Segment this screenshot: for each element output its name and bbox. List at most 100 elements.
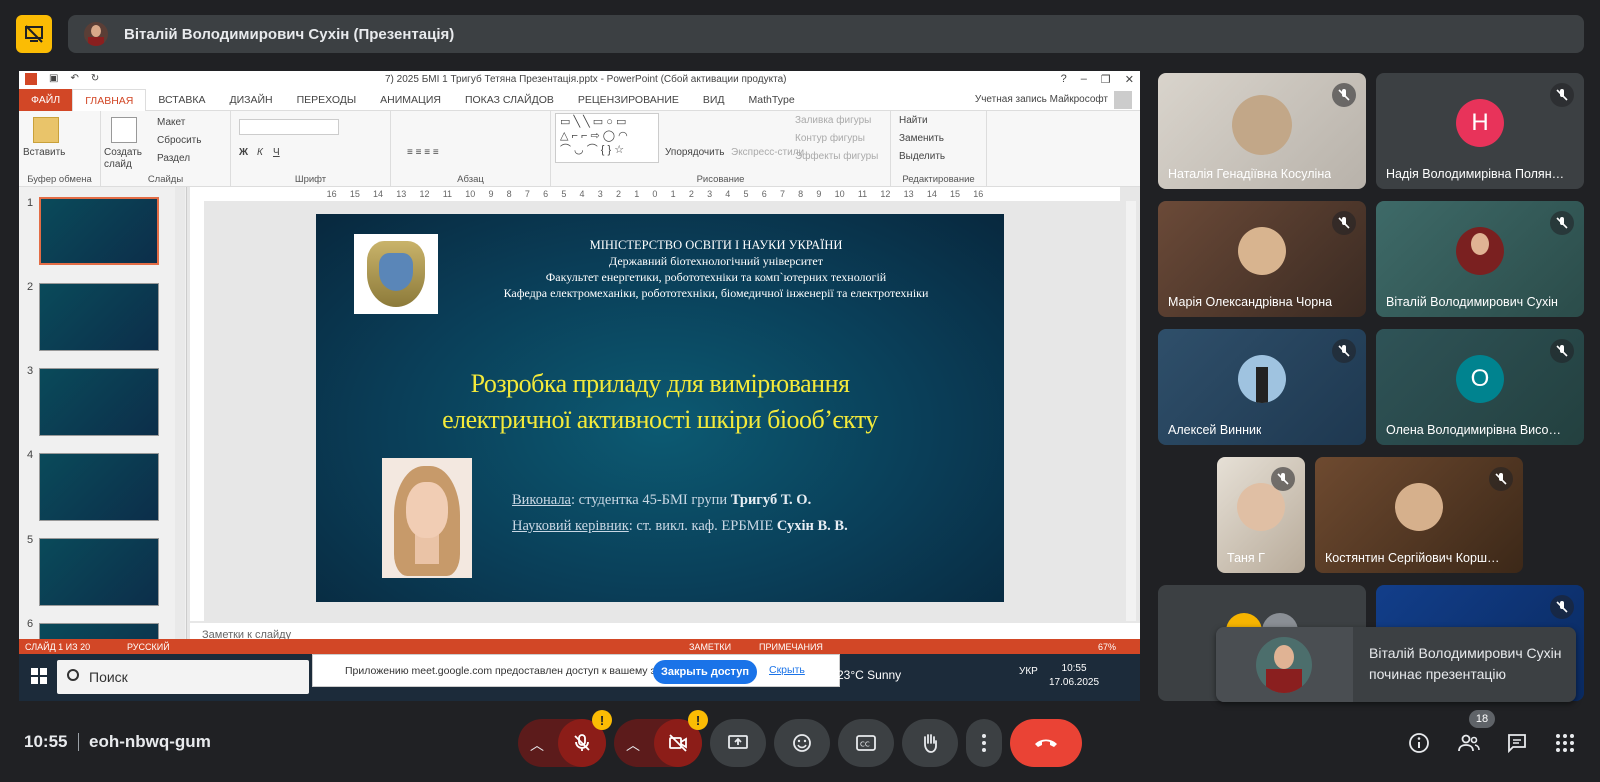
italic-icon[interactable]: К bbox=[257, 147, 263, 158]
notes-button[interactable]: ЗАМЕТКИ bbox=[689, 642, 731, 652]
mic-control[interactable]: ︿ ! bbox=[518, 710, 612, 767]
comments-button[interactable]: ПРИМЕЧАНИЯ bbox=[759, 642, 823, 652]
group-clipboard: Вставить Буфер обмена bbox=[19, 111, 101, 187]
ruler-tick: 6 bbox=[761, 189, 767, 199]
supervisor-label: Науковий керівник bbox=[512, 518, 629, 534]
tab-slideshow[interactable]: ПОКАЗ СЛАЙДОВ bbox=[453, 89, 566, 111]
minimize-icon[interactable]: – bbox=[1081, 73, 1087, 86]
tab-insert[interactable]: ВСТАВКА bbox=[146, 89, 217, 111]
tab-file[interactable]: ФАЙЛ bbox=[19, 88, 73, 111]
hand-icon bbox=[924, 734, 937, 753]
font-name-select[interactable] bbox=[239, 119, 339, 135]
reset-button[interactable]: Сбросить bbox=[157, 135, 201, 146]
present-screen-button[interactable] bbox=[710, 719, 766, 767]
current-slide[interactable]: МІНІСТЕРСТВО ОСВІТИ І НАУКИ УКРАЇНИ Держ… bbox=[316, 214, 1004, 602]
align-icons[interactable]: ≡ ≡ ≡ ≡ bbox=[407, 147, 439, 158]
help-icon[interactable]: ? bbox=[1061, 73, 1067, 86]
tab-review[interactable]: РЕЦЕНЗИРОВАНИЕ bbox=[566, 89, 691, 111]
zoom-level[interactable]: 67% bbox=[1098, 642, 1116, 652]
slide-thumb-4[interactable] bbox=[39, 453, 159, 521]
presenter-title: Віталій Володимирович Сухін (Презентація… bbox=[124, 25, 455, 43]
new-slide-button[interactable]: Создать слайд bbox=[104, 147, 148, 171]
chat-icon[interactable] bbox=[1505, 731, 1529, 755]
shape-outline-button[interactable]: Контур фигуры bbox=[795, 133, 865, 144]
tab-home[interactable]: ГЛАВНАЯ bbox=[72, 88, 147, 111]
underline-icon[interactable]: Ч bbox=[273, 147, 280, 158]
camera-control[interactable]: ︿ ! bbox=[614, 710, 708, 767]
participant-tile[interactable]: Алексей Винник bbox=[1158, 329, 1366, 445]
slide-scrollbar[interactable] bbox=[1126, 201, 1136, 621]
slide-authors: Виконала: студентка 45-БМІ групи Тригуб … bbox=[512, 487, 848, 539]
meeting-code[interactable]: eoh-nbwq-gum bbox=[89, 732, 211, 752]
leave-call-button[interactable] bbox=[1010, 719, 1082, 767]
shape-effects-button[interactable]: Эффекты фигуры bbox=[795, 151, 878, 162]
raise-hand-button[interactable] bbox=[902, 719, 958, 767]
tab-design[interactable]: ДИЗАЙН bbox=[217, 89, 284, 111]
ruler-tick: 9 bbox=[816, 189, 822, 199]
participant-tile[interactable]: Наталія Генадіївна Косуліна bbox=[1158, 73, 1366, 189]
activities-icon[interactable] bbox=[1553, 731, 1577, 755]
section-button[interactable]: Раздел bbox=[157, 153, 190, 164]
bold-icon[interactable]: Ж bbox=[239, 147, 248, 158]
participant-tile[interactable]: Марія Олександрівна Чорна bbox=[1158, 201, 1366, 317]
restore-icon[interactable]: ❐ bbox=[1101, 73, 1111, 86]
hide-notice-link[interactable]: Скрыть bbox=[769, 664, 805, 676]
redo-icon[interactable]: ↻ bbox=[91, 73, 99, 85]
ruler-tick: 9 bbox=[488, 189, 494, 199]
captions-button[interactable]: CC bbox=[838, 719, 894, 767]
language-status[interactable]: РУССКИЙ bbox=[127, 642, 170, 652]
participant-tile[interactable]: Костянтин Сергійович Корш… bbox=[1315, 457, 1523, 573]
layout-button[interactable]: Макет bbox=[157, 117, 185, 128]
slide-title: Розробка приладу для вимірювання електри… bbox=[316, 366, 1004, 438]
quick-styles-button[interactable]: Экспресс-стили bbox=[731, 147, 804, 158]
select-button[interactable]: Выделить bbox=[899, 151, 945, 162]
keyboard-language[interactable]: УКР bbox=[1019, 666, 1038, 677]
done-by-label: Виконала bbox=[512, 492, 571, 508]
shapes-gallery[interactable]: ▭ ╲ ╲ ▭ ○ ▭ △ ⌐ ⌐ ⇨ ◯ ◠ ⌒ ◡ ⌒ { } ☆ bbox=[555, 113, 659, 163]
account-label[interactable]: Учетная запись Майкрософт bbox=[975, 94, 1108, 105]
slide-thumb-3[interactable] bbox=[39, 368, 159, 436]
participant-tile[interactable]: Віталій Володимирович Сухін bbox=[1376, 201, 1584, 317]
slide-thumb-2[interactable] bbox=[39, 283, 159, 351]
account-avatar[interactable] bbox=[1114, 91, 1132, 109]
toast-avatar-area bbox=[1216, 627, 1353, 702]
thumb-number: 6 bbox=[27, 618, 34, 630]
thumbnails-scrollbar[interactable] bbox=[175, 187, 185, 645]
meeting-details-icon[interactable] bbox=[1407, 731, 1431, 755]
paste-button[interactable]: Вставить bbox=[23, 147, 65, 158]
find-button[interactable]: Найти bbox=[899, 115, 928, 126]
save-icon[interactable]: ▣ bbox=[49, 73, 58, 85]
undo-icon[interactable]: ↶ bbox=[70, 73, 78, 85]
tab-view[interactable]: ВИД bbox=[691, 89, 737, 111]
slide-thumb-5[interactable] bbox=[39, 538, 159, 606]
participant-avatar bbox=[1395, 483, 1443, 531]
tab-mathtype[interactable]: MathType bbox=[737, 89, 807, 111]
paste-icon[interactable] bbox=[33, 117, 59, 143]
more-options-button[interactable] bbox=[966, 719, 1002, 767]
participant-tile[interactable]: О Олена Володимирівна Висо… bbox=[1376, 329, 1584, 445]
reactions-button[interactable] bbox=[774, 719, 830, 767]
ruler-tick: 10 bbox=[834, 189, 845, 199]
presentation-off-icon[interactable] bbox=[16, 15, 52, 53]
participant-tile[interactable]: Таня Г bbox=[1217, 457, 1305, 573]
replace-button[interactable]: Заменить bbox=[899, 133, 944, 144]
taskbar-clock[interactable]: 10:55 17.06.2025 bbox=[1049, 662, 1099, 690]
taskbar-search[interactable]: Поиск bbox=[57, 660, 309, 694]
close-icon[interactable]: ✕ bbox=[1125, 73, 1134, 86]
new-slide-icon[interactable] bbox=[111, 117, 137, 143]
chevron-up-icon[interactable]: ︿ bbox=[530, 735, 544, 755]
windows-start-icon[interactable] bbox=[31, 668, 47, 684]
people-icon[interactable] bbox=[1457, 731, 1481, 755]
shape-fill-button[interactable]: Заливка фигуры bbox=[795, 115, 871, 126]
department-text: Кафедра електромеханіки, робототехніки, … bbox=[503, 286, 929, 300]
taskbar-date: 17.06.2025 bbox=[1049, 677, 1100, 688]
chevron-up-icon[interactable]: ︿ bbox=[626, 735, 640, 755]
arrange-button[interactable]: Упорядочить bbox=[665, 147, 725, 158]
ruler-tick: 3 bbox=[707, 189, 713, 199]
slide-thumb-1[interactable] bbox=[39, 197, 159, 265]
tab-transitions[interactable]: ПЕРЕХОДЫ bbox=[285, 89, 369, 111]
tab-animation[interactable]: АНИМАЦИЯ bbox=[368, 89, 453, 111]
weather-widget[interactable]: 23°C Sunny bbox=[837, 668, 901, 682]
stop-sharing-button[interactable]: Закрыть доступ bbox=[653, 660, 757, 684]
participant-tile[interactable]: Н Надія Володимирівна Полян… bbox=[1376, 73, 1584, 189]
